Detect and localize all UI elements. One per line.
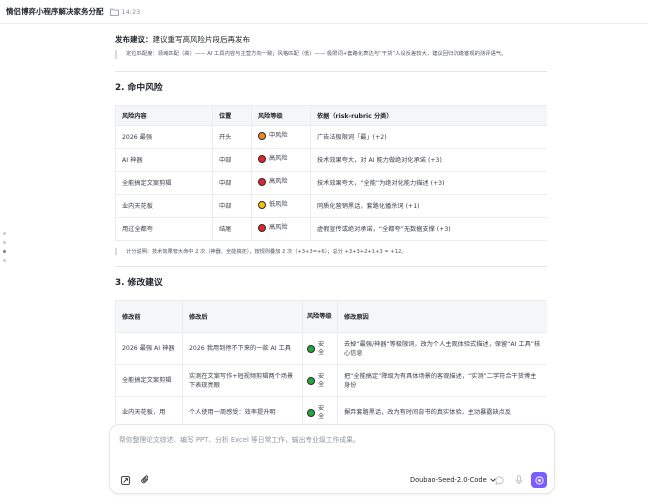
- risk-level-cell: 中风险: [251, 125, 311, 149]
- risk-level-cell: 低风险: [251, 194, 311, 218]
- risk-basis: 同质化营销黑话，套路化播杀词 (+1): [310, 194, 547, 218]
- risk-basis: 虚假宣传或绝对承诺，“全都夸”无数据支撑 (+3): [310, 217, 547, 241]
- table-row: 用过全都夸 结尾 高风险 虚假宣传或绝对承诺，“全都夸”无数据支撑 (+3): [115, 217, 547, 241]
- fix-reason: 去掉“最强/神器”等极限词，改为个人主观体验式描述，保留“AI 工具”核心信息: [337, 332, 547, 365]
- risk-position: 中部: [212, 171, 252, 195]
- fix-level: 安全: [318, 372, 325, 388]
- fix-after: 个人使用一周感受：效率提升明: [182, 396, 303, 424]
- expand-icon[interactable]: [120, 475, 130, 485]
- risk-content: AI 神器: [115, 148, 213, 172]
- section-heading-risks: 2. 命中风险: [115, 83, 163, 93]
- scroll-indicator[interactable]: [3, 232, 6, 262]
- send-button[interactable]: [531, 472, 547, 488]
- column-header: 修改前: [115, 300, 183, 333]
- risk-table: 风险内容 位置 风险等级 依据（risk-rubric 分类） 2026 最强 …: [115, 105, 547, 241]
- table-row: AI 神器 中部 高风险 技术效果夸大，对 AI 能力做绝对化承诺 (+3): [115, 148, 547, 172]
- send-icon: [534, 475, 544, 485]
- fix-level-cell: 安全: [302, 364, 338, 397]
- title-bar: 情侣博弈小程序解决家务分配 14:23: [0, 0, 648, 24]
- risk-level-cell: 高风险: [251, 148, 311, 172]
- risk-basis: 技术效果夸大，“全能”为绝对化能力描述 (+3): [310, 171, 547, 195]
- composer-input[interactable]: 帮你整理论文综述、编写 PPT、分析 Excel 等日常工作，输出专业级工作成果…: [119, 434, 360, 444]
- release-advice: 发布建议：建议重写高风险片段后再发布: [115, 34, 250, 45]
- fix-before: 全能搞定文案剪辑: [115, 364, 183, 397]
- high-risk-dot-icon: [258, 223, 266, 232]
- column-header: 风险内容: [115, 105, 213, 126]
- risk-position: 开头: [212, 125, 252, 149]
- score-note: 计分说明：技术效果夸大命中 2 次（神器、全能搞定），按规则叠加 2 次（+3+…: [115, 248, 407, 255]
- fix-before: 2026 最强 AI 神器: [115, 332, 183, 365]
- risk-level: 高风险: [269, 224, 288, 232]
- risk-position: 结尾: [212, 217, 252, 241]
- table-row: 业内天花板，用 个人使用一周感受：效率提升明 安全 摒弃套路黑话，改为有时间背书…: [115, 396, 547, 424]
- positioning-note: 定位匹配度：领域匹配（高）—— AI 工具内容与主营方向一致；风格匹配（低）——…: [115, 50, 547, 59]
- risk-level: 高风险: [269, 155, 288, 163]
- table-row: 全能搞定文案剪辑 中部 高风险 技术效果夸大，“全能”为绝对化能力描述 (+3): [115, 171, 547, 195]
- release-advice-label: 发布建议：: [115, 35, 153, 44]
- risk-content: 2026 最强: [115, 125, 213, 149]
- fix-table: 修改前 修改后 风险等级 修改原因 2026 最强 AI 神器 2026 我用到…: [115, 300, 547, 424]
- chat-composer[interactable]: 帮你整理论文综述、编写 PPT、分析 Excel 等日常工作，输出专业级工作成果…: [109, 424, 555, 494]
- risk-content: 全能搞定文案剪辑: [115, 171, 213, 195]
- scroll-dot[interactable]: [3, 259, 6, 262]
- table-row: 2026 最强 AI 神器 2026 我用到停不下来的一款 AI 工具 安全 去…: [115, 332, 547, 365]
- voice-chat-icon[interactable]: [494, 475, 504, 485]
- model-selector[interactable]: Doubao-Seed-2.0-Code: [410, 476, 496, 484]
- risk-basis: 广告法极限词「最」(+2): [310, 125, 547, 149]
- safe-dot-icon: [307, 344, 315, 353]
- fix-level: 安全: [318, 340, 325, 356]
- release-advice-text: 建议重写高风险片段后再发布: [152, 35, 251, 44]
- fix-level-cell: 安全: [302, 332, 338, 365]
- column-header: 修改原因: [337, 300, 547, 333]
- risk-content: 用过全都夸: [115, 217, 213, 241]
- attachment-icon[interactable]: [140, 475, 150, 485]
- fix-before: 业内天花板，用: [115, 396, 183, 424]
- scroll-dot[interactable]: [3, 241, 6, 244]
- fix-level-cell: 安全: [302, 396, 338, 424]
- risk-level: 中风险: [269, 132, 288, 140]
- risk-basis: 技术效果夸大，对 AI 能力做绝对化承诺 (+3): [310, 148, 547, 172]
- timestamp: 14:23: [121, 7, 141, 16]
- message-content: 发布建议：建议重写高风险片段后再发布 定位匹配度：领域匹配（高）—— AI 工具…: [115, 24, 547, 424]
- risk-level-cell: 高风险: [251, 217, 311, 241]
- microphone-icon[interactable]: [514, 475, 524, 485]
- risk-level: 高风险: [269, 178, 288, 186]
- table-row: 2026 最强 开头 中风险 广告法极限词「最」(+2): [115, 125, 547, 149]
- divider: [115, 266, 547, 267]
- risk-position: 中部: [212, 194, 252, 218]
- fix-reason: 摒弃套路黑话，改为有时间背书的真实体验，主动暴露缺点反: [337, 396, 547, 424]
- high-risk-dot-icon: [258, 154, 266, 163]
- column-header: 依据（risk-rubric 分类）: [310, 105, 547, 126]
- conversation-title: 情侣博弈小程序解决家务分配: [6, 7, 104, 16]
- folder-icon[interactable]: [109, 8, 119, 16]
- scroll-dot-active[interactable]: [3, 250, 6, 253]
- medium-risk-dot-icon: [258, 131, 266, 140]
- column-header: 修改后: [182, 300, 303, 333]
- divider: [115, 71, 547, 72]
- model-label: Doubao-Seed-2.0-Code: [410, 476, 487, 484]
- fix-after: 2026 我用到停不下来的一款 AI 工具: [182, 332, 303, 365]
- fix-after: 实测在文案写作+短视频剪辑两个场景下表现亮眼: [182, 364, 303, 397]
- low-risk-dot-icon: [258, 200, 266, 209]
- fix-level: 安全: [318, 404, 325, 420]
- safe-dot-icon: [307, 376, 315, 385]
- column-header: 风险等级: [251, 105, 311, 126]
- scroll-dot[interactable]: [3, 232, 6, 235]
- safe-dot-icon: [307, 408, 315, 417]
- table-row: 全能搞定文案剪辑 实测在文案写作+短视频剪辑两个场景下表现亮眼 安全 把“全能搞…: [115, 364, 547, 397]
- risk-position: 中部: [212, 148, 252, 172]
- column-header: 位置: [212, 105, 252, 126]
- risk-level: 低风险: [269, 201, 288, 209]
- risk-content: 业内天花板: [115, 194, 213, 218]
- column-header: 风险等级: [302, 300, 338, 333]
- section-heading-fixes: 3. 修改建议: [115, 278, 163, 288]
- risk-level-cell: 高风险: [251, 171, 311, 195]
- high-risk-dot-icon: [258, 177, 266, 186]
- fix-reason: 把“全能搞定”降级为有具体场景的客观描述，“实测”二字符合干货博主身份: [337, 364, 547, 397]
- table-row: 业内天花板 中部 低风险 同质化营销黑话，套路化播杀词 (+1): [115, 194, 547, 218]
